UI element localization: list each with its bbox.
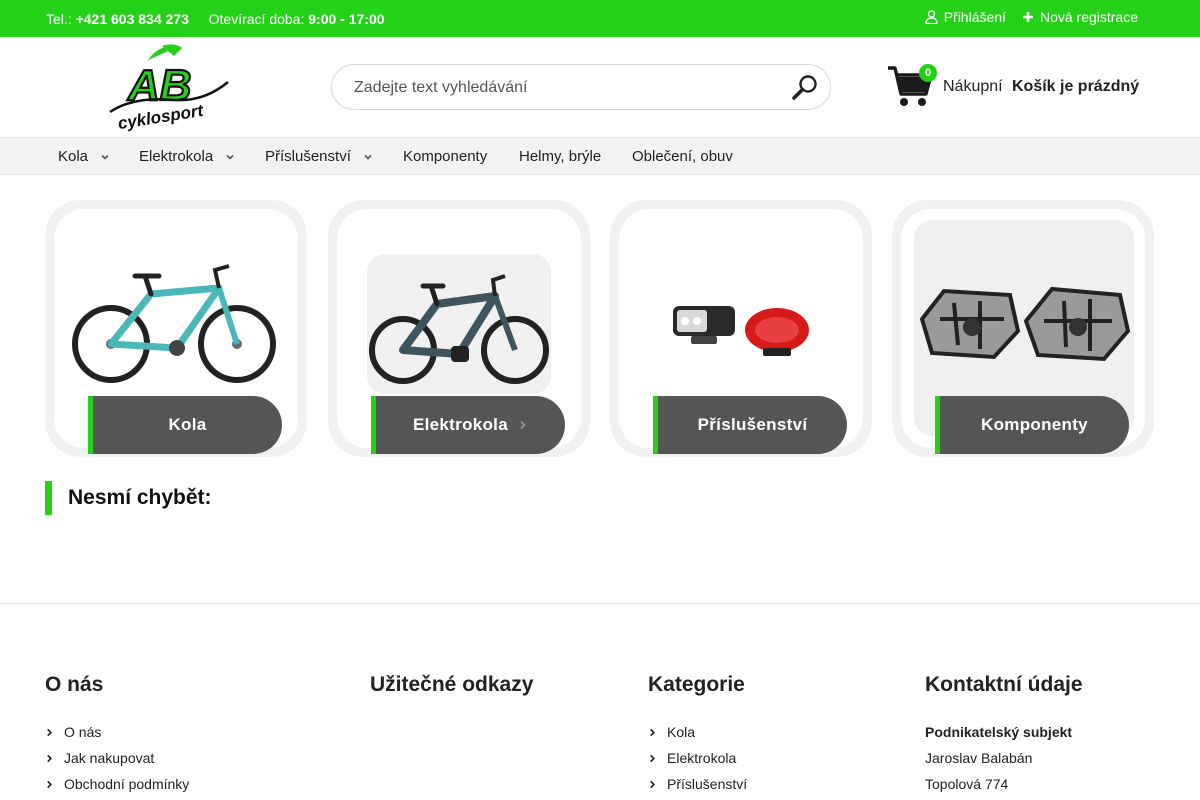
nav-item-komponenty[interactable]: Komponenty	[403, 148, 487, 165]
footer-categories-title: Kategorie	[648, 673, 745, 696]
section-title: Nesmí chybět:	[45, 481, 212, 515]
cart-label: Nákupní	[943, 78, 1003, 95]
nav-item-helmy[interactable]: Helmy, brýle	[519, 148, 601, 165]
footer-link[interactable]: Příslušenství	[648, 771, 747, 797]
footer-link[interactable]: Obchodní podmínky	[45, 771, 189, 797]
footer-link[interactable]: Kola	[648, 719, 747, 745]
contact-info: Tel.: +421 603 834 273 Otevírací doba: 9…	[46, 11, 385, 27]
contact-line: Jaroslav Balabán	[925, 750, 1033, 766]
category-card-elektrokola[interactable]: Elektrokola	[328, 200, 590, 457]
nav-item-obleceni[interactable]: Oblečení, obuv	[632, 148, 733, 165]
chevron-right-icon	[650, 780, 655, 788]
chevron-down-icon	[226, 154, 234, 160]
top-bar: Tel.: +421 603 834 273 Otevírací doba: 9…	[0, 0, 1200, 37]
footer-link[interactable]: Jak nakupovat	[45, 745, 189, 771]
register-link[interactable]: Nová registrace	[1022, 9, 1138, 25]
cart-status: Košík je prázdný	[1012, 78, 1140, 95]
category-card-komponenty[interactable]: Komponenty	[892, 200, 1154, 457]
search-input[interactable]	[354, 76, 774, 100]
category-label: Příslušenství	[653, 396, 847, 454]
chevron-down-icon	[364, 154, 372, 160]
footer-useful-title: Užitečné odkazy	[370, 673, 534, 696]
category-label: Komponenty	[935, 396, 1129, 454]
footer-divider	[0, 603, 1200, 604]
search-box	[331, 64, 831, 110]
logo-letter-a: AB	[127, 61, 192, 110]
bike-image	[72, 264, 276, 383]
category-label: Elektrokola	[371, 396, 565, 454]
chevron-down-icon	[101, 154, 109, 160]
nav-item-kola[interactable]: Kola	[58, 148, 110, 165]
category-label: Kola	[88, 396, 282, 454]
nav-item-label: Oblečení, obuv	[632, 148, 733, 165]
login-link[interactable]: Přihlášení	[925, 9, 1006, 25]
login-label: Přihlášení	[943, 9, 1006, 25]
nav-item-label: Kola	[58, 148, 89, 165]
nav-item-elektrokola[interactable]: Elektrokola	[139, 148, 235, 165]
nav-item-label: Příslušenství	[265, 148, 351, 165]
footer-categories: Kategorie Kola Elektrokola Příslušenství	[648, 673, 747, 797]
user-icon	[925, 10, 938, 24]
register-label: Nová registrace	[1039, 9, 1138, 25]
chevron-right-icon	[47, 780, 52, 788]
nav-item-label: Helmy, brýle	[519, 148, 602, 165]
contact-line: Podnikatelský subjekt	[925, 724, 1073, 740]
category-card-kola[interactable]: Kola	[45, 200, 307, 457]
chevron-right-icon	[650, 754, 655, 762]
footer-link[interactable]: Elektrokola	[648, 745, 747, 771]
contact-line: Topolová 774	[925, 776, 1009, 792]
nav-item-label: Komponenty	[403, 148, 488, 165]
main-nav: Kola Elektrokola Příslušenství Komponent…	[0, 137, 1200, 175]
hours-label: Otevírací doba:	[208, 11, 305, 27]
nav-item-label: Elektrokola	[139, 148, 214, 165]
ebike-image	[369, 274, 549, 384]
chevron-right-icon	[47, 728, 52, 736]
nav-item-prislusenstvi[interactable]: Příslušenství	[265, 148, 373, 165]
chevron-right-icon	[520, 420, 526, 430]
phone-number[interactable]: +421 603 834 273	[76, 11, 189, 27]
footer-contact: Kontaktní údaje Podnikatelský subjekt Ja…	[925, 673, 1083, 797]
site-logo[interactable]: AB cyklosport	[104, 42, 232, 133]
plus-icon	[1022, 11, 1034, 23]
footer-about: O nás O nás Jak nakupovat Obchodní podmí…	[45, 673, 189, 797]
category-card-prislusenstvi[interactable]: Příslušenství	[610, 200, 872, 457]
cart-button[interactable]: 0 Nákupní Košík je prázdný	[886, 62, 1146, 110]
chevron-right-icon	[650, 728, 655, 736]
footer-link[interactable]: O nás	[45, 719, 189, 745]
footer-useful: Užitečné odkazy	[370, 673, 533, 719]
phone-label: Tel.:	[46, 11, 72, 27]
search-icon	[792, 75, 817, 100]
search-button[interactable]	[790, 73, 820, 103]
cart-count-badge: 0	[919, 64, 937, 82]
bike-lights-image	[673, 306, 809, 356]
chevron-right-icon	[47, 754, 52, 762]
pedals-image	[919, 286, 1131, 362]
opening-hours: 9:00 - 17:00	[308, 11, 385, 27]
footer-contact-title: Kontaktní údaje	[925, 673, 1083, 696]
footer-about-title: O nás	[45, 673, 104, 696]
